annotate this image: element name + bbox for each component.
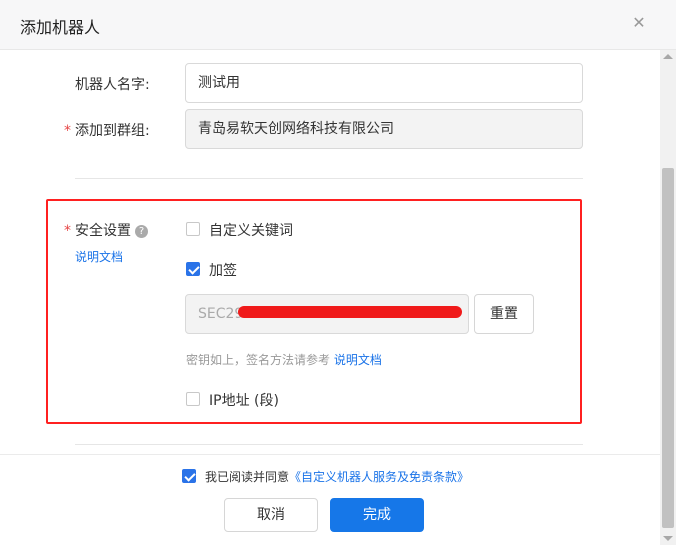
security-label: * 安全设置? <box>64 220 148 240</box>
required-mark: * <box>64 223 71 239</box>
secret-hint-text: 密钥如上，签名方法请参考 <box>186 353 331 367</box>
question-circle-icon[interactable]: ? <box>135 225 148 238</box>
sign-doc-link[interactable]: 说明文档 <box>334 353 382 367</box>
scrollbar-thumb[interactable] <box>662 168 674 528</box>
sign-label[interactable]: 加签 <box>209 260 237 280</box>
keyword-checkbox[interactable] <box>186 222 200 236</box>
divider <box>75 444 583 445</box>
dialog-header: 添加机器人 ✕ <box>0 0 676 50</box>
security-doc-link[interactable]: 说明文档 <box>75 248 123 265</box>
confirm-button[interactable]: 完成 <box>330 498 424 532</box>
sign-checkbox[interactable] <box>186 262 200 276</box>
group-label-text: 添加到群组: <box>75 123 150 139</box>
close-icon[interactable]: ✕ <box>628 12 650 34</box>
keyword-label[interactable]: 自定义关键词 <box>209 220 293 240</box>
reset-button[interactable]: 重置 <box>474 294 534 334</box>
scroll-down-icon[interactable] <box>663 536 673 541</box>
ip-checkbox[interactable] <box>186 392 200 406</box>
terms-link[interactable]: 《自定义机器人服务及免责条款》 <box>289 470 469 484</box>
group-label: * 添加到群组: <box>64 120 150 140</box>
agree-checkbox[interactable] <box>182 469 196 483</box>
divider <box>75 178 583 179</box>
required-mark: * <box>64 123 71 139</box>
agree-text: 我已阅读并同意《自定义机器人服务及免责条款》 <box>205 468 469 485</box>
robot-name-label: 机器人名字: <box>75 77 150 93</box>
robot-name-input[interactable]: 测试用 <box>185 63 583 103</box>
ip-label[interactable]: IP地址 (段) <box>209 390 279 410</box>
scroll-up-icon[interactable] <box>663 54 673 59</box>
security-label-text: 安全设置 <box>75 223 131 239</box>
cancel-button[interactable]: 取消 <box>224 498 318 532</box>
dialog-title: 添加机器人 <box>20 18 101 37</box>
group-select: 青岛易软天创网络科技有限公司 <box>185 109 583 149</box>
secret-redaction-mark <box>238 306 462 318</box>
agree-text-label: 我已阅读并同意 <box>205 470 290 484</box>
secret-hint: 密钥如上，签名方法请参考 说明文档 <box>186 351 382 368</box>
